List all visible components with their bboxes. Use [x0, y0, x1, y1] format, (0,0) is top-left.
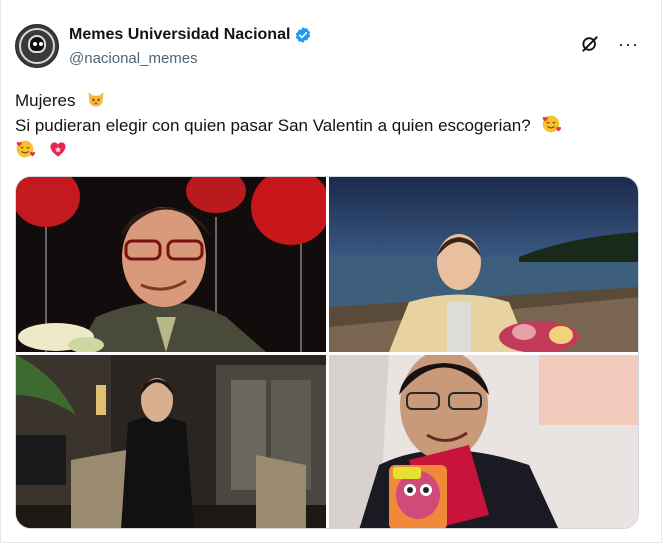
cat-face-emoji	[88, 92, 104, 107]
smiling-face-with-hearts-emoji	[543, 115, 562, 133]
photo-man-black-suit-hotel[interactable]	[16, 355, 326, 528]
verified-badge-icon	[296, 27, 311, 43]
post-line-1: Mujeres	[15, 88, 645, 113]
post-card: Memes Universidad Nacional @nacional_mem…	[0, 0, 662, 543]
avatar-eye-left	[33, 42, 37, 46]
post-text: Mujeres Si pudieran elegir con quien pas…	[15, 88, 645, 163]
media-grid	[15, 176, 639, 529]
post-actions-top: ···	[580, 34, 639, 54]
heart-emoji	[50, 142, 66, 157]
photo-man-glasses-red-balloons[interactable]	[16, 177, 326, 352]
smiling-face-with-hearts-emoji	[16, 140, 35, 158]
handle[interactable]: @nacional_memes	[69, 50, 198, 67]
more-options-icon[interactable]: ···	[618, 35, 639, 53]
photo-man-beach-dinner[interactable]	[329, 177, 638, 352]
post-line-2: Si pudieran elegir con quien pasar San V…	[15, 113, 645, 138]
post-text-line2: Si pudieran elegir con quien pasar San V…	[15, 116, 531, 135]
grok-icon[interactable]	[580, 34, 600, 54]
author-name-row: Memes Universidad Nacional	[69, 26, 312, 44]
post-line-3	[15, 138, 645, 163]
display-name[interactable]: Memes Universidad Nacional	[69, 26, 290, 44]
avatar-eye-right	[39, 42, 43, 46]
post-text-line1: Mujeres	[15, 91, 76, 110]
avatar[interactable]	[15, 24, 59, 68]
avatar-cat-face	[28, 35, 46, 53]
photo-man-glasses-furby-gift[interactable]	[329, 355, 638, 528]
